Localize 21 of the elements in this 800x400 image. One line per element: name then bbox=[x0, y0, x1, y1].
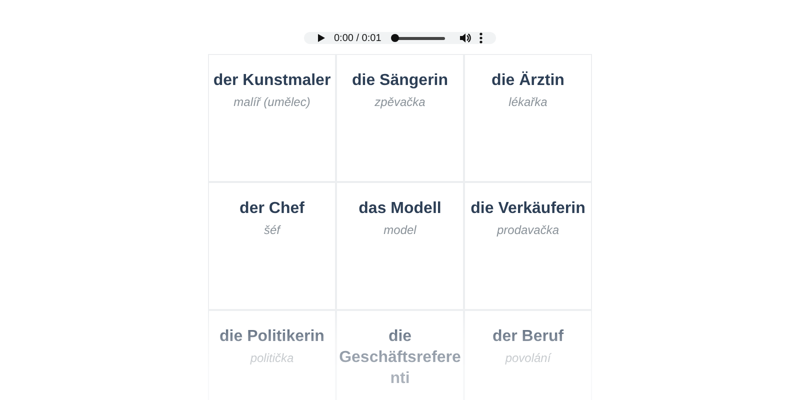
german-word: die Sängerin bbox=[352, 71, 448, 91]
czech-translation: zpěvačka bbox=[374, 94, 426, 109]
german-word: die Politikerin bbox=[220, 327, 324, 347]
czech-translation: model bbox=[384, 222, 416, 237]
play-icon[interactable] bbox=[316, 33, 326, 43]
czech-translation: malíř (umělec) bbox=[234, 94, 310, 109]
german-word: die Verkäuferin bbox=[470, 199, 586, 219]
german-word: die Geschäftsreferenti bbox=[338, 327, 462, 389]
time-display: 0:00 / 0:01 bbox=[334, 32, 382, 44]
german-word: der Chef bbox=[240, 199, 304, 219]
czech-translation: šéf bbox=[264, 222, 280, 237]
volume-icon[interactable] bbox=[459, 32, 472, 44]
czech-translation: povolání bbox=[505, 350, 551, 365]
czech-translation: lékařka bbox=[508, 94, 548, 109]
more-options-icon[interactable] bbox=[479, 32, 484, 44]
czech-translation: prodavačka bbox=[496, 222, 560, 237]
german-word: die Ärztin bbox=[492, 71, 564, 91]
german-word: das Modell bbox=[358, 199, 442, 219]
german-word: der Beruf bbox=[492, 327, 564, 347]
german-word: der Kunstmaler bbox=[213, 71, 331, 91]
czech-translation: politička bbox=[250, 350, 294, 365]
